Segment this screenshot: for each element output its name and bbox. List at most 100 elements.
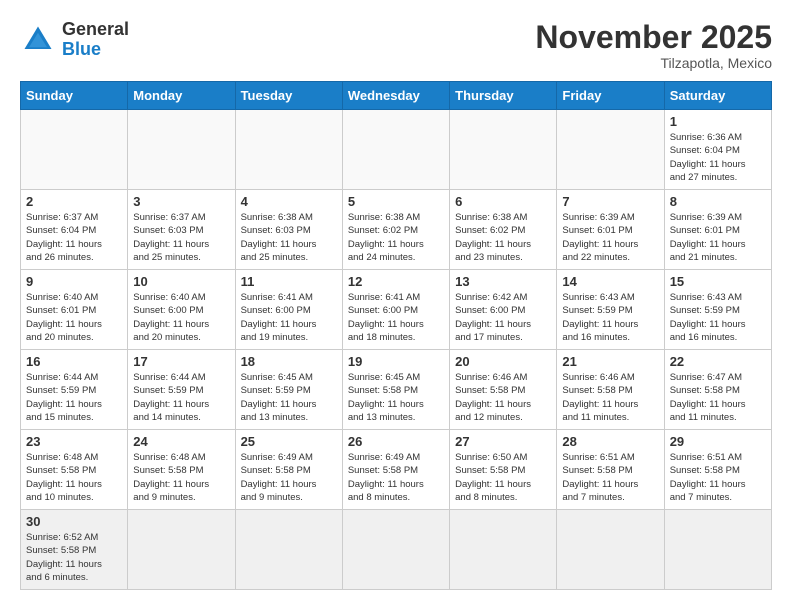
day-info: Sunrise: 6:46 AM Sunset: 5:58 PM Dayligh…: [455, 371, 551, 424]
day-info: Sunrise: 6:41 AM Sunset: 6:00 PM Dayligh…: [348, 291, 444, 344]
day-info: Sunrise: 6:37 AM Sunset: 6:03 PM Dayligh…: [133, 211, 229, 264]
calendar-cell: 17 Sunrise: 6:44 AM Sunset: 5:59 PM Dayli…: [128, 350, 235, 430]
day-number: 14: [562, 274, 658, 289]
calendar-week-row: 30 Sunrise: 6:52 AM Sunset: 5:58 PM Dayli…: [21, 510, 772, 590]
day-info: Sunrise: 6:43 AM Sunset: 5:59 PM Dayligh…: [670, 291, 766, 344]
calendar-week-row: 23 Sunrise: 6:48 AM Sunset: 5:58 PM Dayli…: [21, 430, 772, 510]
day-number: 4: [241, 194, 337, 209]
day-number: 22: [670, 354, 766, 369]
page-header: GeneralBlue November 2025 Tilzapotla, Me…: [20, 20, 772, 71]
day-info: Sunrise: 6:47 AM Sunset: 5:58 PM Dayligh…: [670, 371, 766, 424]
calendar-cell: [664, 510, 771, 590]
day-number: 10: [133, 274, 229, 289]
day-info: Sunrise: 6:36 AM Sunset: 6:04 PM Dayligh…: [670, 131, 766, 184]
day-number: 7: [562, 194, 658, 209]
day-number: 23: [26, 434, 122, 449]
calendar-cell: 14 Sunrise: 6:43 AM Sunset: 5:59 PM Dayli…: [557, 270, 664, 350]
day-number: 2: [26, 194, 122, 209]
day-info: Sunrise: 6:51 AM Sunset: 5:58 PM Dayligh…: [670, 451, 766, 504]
calendar-cell: 28 Sunrise: 6:51 AM Sunset: 5:58 PM Dayli…: [557, 430, 664, 510]
day-info: Sunrise: 6:49 AM Sunset: 5:58 PM Dayligh…: [241, 451, 337, 504]
calendar-cell: 6 Sunrise: 6:38 AM Sunset: 6:02 PM Daylig…: [450, 190, 557, 270]
calendar-cell: 16Sunrise: 6:44 AM Sunset: 5:59 PM Dayli…: [21, 350, 128, 430]
calendar-cell: 13Sunrise: 6:42 AM Sunset: 6:00 PM Dayli…: [450, 270, 557, 350]
day-number: 11: [241, 274, 337, 289]
day-number: 1: [670, 114, 766, 129]
calendar-cell: 2 Sunrise: 6:37 AM Sunset: 6:04 PM Daylig…: [21, 190, 128, 270]
day-info: Sunrise: 6:40 AM Sunset: 6:00 PM Dayligh…: [133, 291, 229, 344]
day-number: 19: [348, 354, 444, 369]
day-number: 17: [133, 354, 229, 369]
calendar-cell: 23Sunrise: 6:48 AM Sunset: 5:58 PM Dayli…: [21, 430, 128, 510]
day-number: 29: [670, 434, 766, 449]
weekday-header-monday: Monday: [128, 82, 235, 110]
calendar-cell: [342, 110, 449, 190]
calendar-cell: 9 Sunrise: 6:40 AM Sunset: 6:01 PM Daylig…: [21, 270, 128, 350]
day-info: Sunrise: 6:44 AM Sunset: 5:59 PM Dayligh…: [133, 371, 229, 424]
day-info: Sunrise: 6:48 AM Sunset: 5:58 PM Dayligh…: [133, 451, 229, 504]
weekday-header-thursday: Thursday: [450, 82, 557, 110]
logo-icon: [20, 22, 56, 58]
logo-text: GeneralBlue: [62, 20, 129, 60]
day-info: Sunrise: 6:43 AM Sunset: 5:59 PM Dayligh…: [562, 291, 658, 344]
day-number: 27: [455, 434, 551, 449]
day-number: 28: [562, 434, 658, 449]
weekday-header-sunday: Sunday: [21, 82, 128, 110]
calendar-cell: 12 Sunrise: 6:41 AM Sunset: 6:00 PM Dayli…: [342, 270, 449, 350]
day-number: 26: [348, 434, 444, 449]
calendar-cell: 18Sunrise: 6:45 AM Sunset: 5:59 PM Dayli…: [235, 350, 342, 430]
day-number: 30: [26, 514, 122, 529]
day-info: Sunrise: 6:49 AM Sunset: 5:58 PM Dayligh…: [348, 451, 444, 504]
calendar-cell: [450, 110, 557, 190]
day-number: 6: [455, 194, 551, 209]
month-title: November 2025: [535, 20, 772, 55]
day-info: Sunrise: 6:37 AM Sunset: 6:04 PM Dayligh…: [26, 211, 122, 264]
calendar-cell: 20 Sunrise: 6:46 AM Sunset: 5:58 PM Dayli…: [450, 350, 557, 430]
day-info: Sunrise: 6:46 AM Sunset: 5:58 PM Dayligh…: [562, 371, 658, 424]
calendar-cell: [235, 510, 342, 590]
calendar-cell: [128, 510, 235, 590]
calendar-cell: 8Sunrise: 6:39 AM Sunset: 6:01 PM Daylig…: [664, 190, 771, 270]
logo: GeneralBlue: [20, 20, 129, 60]
day-number: 5: [348, 194, 444, 209]
day-number: 21: [562, 354, 658, 369]
weekday-header-tuesday: Tuesday: [235, 82, 342, 110]
subtitle: Tilzapotla, Mexico: [535, 55, 772, 71]
calendar-cell: 29 Sunrise: 6:51 AM Sunset: 5:58 PM Dayli…: [664, 430, 771, 510]
calendar-cell: 25Sunrise: 6:49 AM Sunset: 5:58 PM Dayli…: [235, 430, 342, 510]
day-number: 3: [133, 194, 229, 209]
calendar-cell: [450, 510, 557, 590]
calendar-cell: 1 Sunrise: 6:36 AM Sunset: 6:04 PM Daylig…: [664, 110, 771, 190]
weekday-header-saturday: Saturday: [664, 82, 771, 110]
title-block: November 2025 Tilzapotla, Mexico: [535, 20, 772, 71]
calendar-cell: 4Sunrise: 6:38 AM Sunset: 6:03 PM Daylig…: [235, 190, 342, 270]
day-info: Sunrise: 6:50 AM Sunset: 5:58 PM Dayligh…: [455, 451, 551, 504]
calendar-cell: [128, 110, 235, 190]
day-info: Sunrise: 6:52 AM Sunset: 5:58 PM Dayligh…: [26, 531, 122, 584]
weekday-header-row: SundayMondayTuesdayWednesdayThursdayFrid…: [21, 82, 772, 110]
day-number: 24: [133, 434, 229, 449]
calendar-cell: 22 Sunrise: 6:47 AM Sunset: 5:58 PM Dayli…: [664, 350, 771, 430]
calendar-week-row: 9 Sunrise: 6:40 AM Sunset: 6:01 PM Daylig…: [21, 270, 772, 350]
day-info: Sunrise: 6:40 AM Sunset: 6:01 PM Dayligh…: [26, 291, 122, 344]
calendar-cell: 19Sunrise: 6:45 AM Sunset: 5:58 PM Dayli…: [342, 350, 449, 430]
calendar-cell: 3 Sunrise: 6:37 AM Sunset: 6:03 PM Daylig…: [128, 190, 235, 270]
calendar-table: SundayMondayTuesdayWednesdayThursdayFrid…: [20, 81, 772, 590]
calendar-cell: 7 Sunrise: 6:39 AM Sunset: 6:01 PM Daylig…: [557, 190, 664, 270]
calendar-cell: 10 Sunrise: 6:40 AM Sunset: 6:00 PM Dayli…: [128, 270, 235, 350]
day-info: Sunrise: 6:38 AM Sunset: 6:02 PM Dayligh…: [455, 211, 551, 264]
calendar-cell: [235, 110, 342, 190]
calendar-cell: 26 Sunrise: 6:49 AM Sunset: 5:58 PM Dayli…: [342, 430, 449, 510]
day-number: 15: [670, 274, 766, 289]
calendar-week-row: 2 Sunrise: 6:37 AM Sunset: 6:04 PM Daylig…: [21, 190, 772, 270]
calendar-cell: 11Sunrise: 6:41 AM Sunset: 6:00 PM Dayli…: [235, 270, 342, 350]
day-number: 12: [348, 274, 444, 289]
calendar-cell: 21 Sunrise: 6:46 AM Sunset: 5:58 PM Dayli…: [557, 350, 664, 430]
day-info: Sunrise: 6:44 AM Sunset: 5:59 PM Dayligh…: [26, 371, 122, 424]
day-number: 9: [26, 274, 122, 289]
calendar-cell: 15 Sunrise: 6:43 AM Sunset: 5:59 PM Dayli…: [664, 270, 771, 350]
day-number: 20: [455, 354, 551, 369]
day-info: Sunrise: 6:51 AM Sunset: 5:58 PM Dayligh…: [562, 451, 658, 504]
calendar-cell: [342, 510, 449, 590]
day-info: Sunrise: 6:39 AM Sunset: 6:01 PM Dayligh…: [562, 211, 658, 264]
